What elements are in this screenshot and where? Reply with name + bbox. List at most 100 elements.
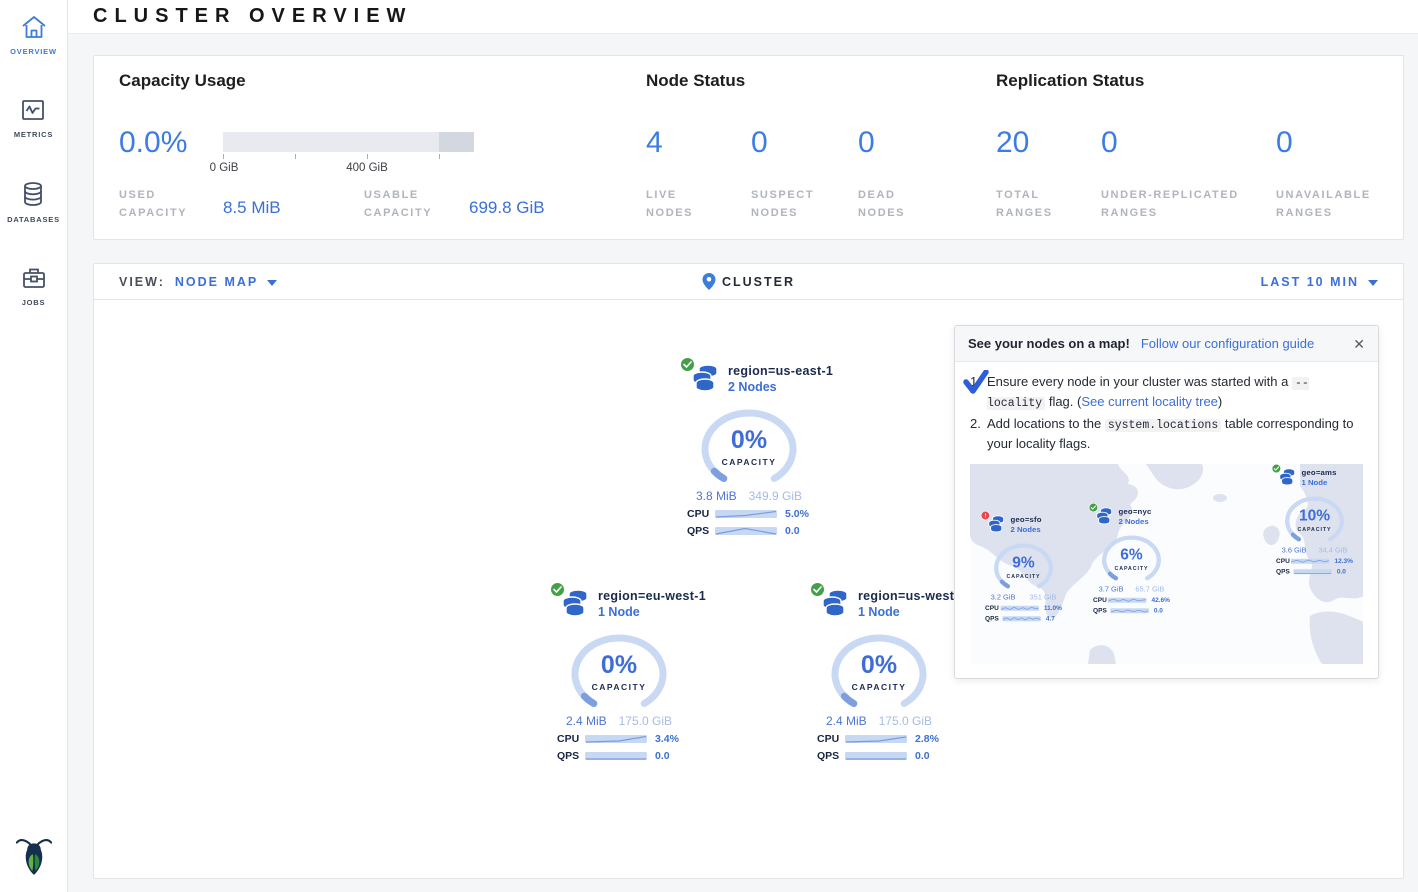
dead-nodes-label: DEADNODES [858,186,905,222]
qps-label: QPS [817,750,845,762]
suspect-nodes-count: 0 [751,126,768,160]
qps-sparkline [585,752,647,760]
usable-capacity-label: USABLECAPACITY [364,186,432,222]
sidebar-item-overview[interactable]: OVERVIEW [10,14,57,56]
capacity-tick-400: 400 GiB [346,162,388,174]
capacity-gauge: 6% CAPACITY [1101,535,1163,586]
region-label: geo=sfo [1010,515,1041,524]
region-label: geo=nyc [1118,507,1151,516]
total-ranges-count: 20 [996,126,1029,160]
capacity-gauge: 9% CAPACITY [993,543,1055,594]
cpu-label: CPU [687,508,715,520]
nodes-link: 1 Node [1301,478,1327,487]
node-map: region=us-east-1 2 Nodes 0% CAPACITY 3.8… [93,299,1404,879]
usable-capacity-value: 699.8 GiB [469,198,545,218]
cpu-sparkline [585,735,647,743]
unavailable-count: 0 [1276,126,1293,160]
cpu-sparkline [845,735,907,743]
sidebar-item-metrics[interactable]: METRICS [14,97,53,139]
map-pin-icon [702,273,715,290]
check-icon [963,370,989,394]
step-number: 2. [970,415,987,454]
region-label: region=eu-west-1 [598,589,706,603]
qps-label: QPS [687,525,715,537]
status-ok-icon [1089,503,1098,512]
region-label: region=us-west-1 [858,589,966,603]
system-locations-code: system.locations [1105,419,1221,432]
qps-sparkline [845,752,907,760]
region-marker-us-east-1[interactable]: region=us-east-1 2 Nodes 0% CAPACITY 3.8… [674,362,824,537]
view-bar: VIEW: NODE MAP CLUSTER LAST 10 MIN [93,263,1404,300]
main-content: Capacity Usage 0.0% 0 GiB 400 GiB USEDCA… [68,34,1418,892]
cpu-label: CPU [557,733,585,745]
nodes-link: 2 Nodes [1118,517,1148,526]
step-text: Add locations to the system.locations ta… [987,415,1363,454]
sidebar-item-label: JOBS [22,298,46,307]
live-nodes-count: 4 [646,126,663,160]
locality-tree-link[interactable]: See current locality tree [1081,394,1218,409]
sidebar-item-label: METRICS [14,130,53,139]
view-selector[interactable]: NODE MAP [175,275,277,289]
databases-icon [19,180,47,208]
used-capacity-label: USEDCAPACITY [119,186,187,222]
status-ok-icon [550,582,565,597]
cpu-sparkline [715,510,777,518]
total-ranges-label: TOTALRANGES [996,186,1053,222]
region-marker-us-west-1[interactable]: region=us-west-1 1 Node 0% CAPACITY 2.4 … [804,587,954,762]
unavailable-label: UNAVAILABLERANGES [1276,186,1371,222]
cpu-value: 3.4% [655,733,679,745]
status-ok-icon [680,357,695,372]
capacity-label: CAPACITY [829,682,929,692]
nodes-link[interactable]: 1 Node [598,605,640,619]
page-title: CLUSTER OVERVIEW [93,0,1418,33]
metrics-icon [19,97,47,123]
cpu-value: 2.8% [915,733,939,745]
suspect-nodes-label: SUSPECTNODES [751,186,814,222]
cluster-summary-card: Capacity Usage 0.0% 0 GiB 400 GiB USEDCA… [93,55,1404,240]
sidebar-item-label: OVERVIEW [10,47,57,56]
mini-marker-geo-ams: geo=ams 1 Node 10% [1268,467,1361,576]
qps-value: 0.0 [655,750,670,762]
time-range-selector[interactable]: LAST 10 MIN [1261,275,1378,289]
cpu-value: 5.0% [785,508,809,520]
capacity-usage-title: Capacity Usage [119,71,246,91]
capacity-percent: 0% [699,426,799,455]
status-error-icon: ! [981,511,990,520]
capacity-bar-reserved [439,132,474,152]
capacity-bar [223,132,474,152]
cpu-label: CPU [817,733,845,745]
qps-sparkline [715,527,777,535]
capacity-tick-0: 0 GiB [210,162,239,174]
sidebar-item-jobs[interactable]: JOBS [20,265,48,307]
region-marker-eu-west-1[interactable]: region=eu-west-1 1 Node 0% CAPACITY 2.4 … [544,587,694,762]
mini-marker-geo-sfo: ! [977,514,1070,623]
qps-value: 0.0 [785,525,800,537]
chevron-down-icon [1368,280,1378,286]
region-label: geo=ams [1301,468,1336,477]
close-icon[interactable]: ✕ [1353,337,1365,351]
region-label: region=us-east-1 [728,364,833,378]
configuration-guide-link[interactable]: Follow our configuration guide [1141,336,1314,351]
capacity-percent: 0.0% [119,126,187,160]
capacity-gauge: 0% CAPACITY [829,634,929,717]
qps-value: 0.0 [915,750,930,762]
step-text: Ensure every node in your cluster was st… [987,373,1363,412]
capacity-gauge: 10% CAPACITY [1284,496,1346,547]
capacity-label: CAPACITY [569,682,669,692]
breadcrumb-cluster[interactable]: CLUSTER [722,275,795,289]
status-ok-icon [1272,464,1281,473]
used-capacity-value: 8.5 MiB [223,198,281,218]
view-label: VIEW: [119,275,165,289]
capacity-axis [223,154,474,160]
sidebar-item-label: DATABASES [7,215,60,224]
nodes-link[interactable]: 1 Node [858,605,900,619]
mini-marker-geo-nyc: geo=nyc 2 Nodes 6% [1085,506,1178,615]
popup-title: See your nodes on a map! [968,336,1130,351]
sidebar-item-databases[interactable]: DATABASES [7,180,60,224]
node-status-title: Node Status [646,71,745,91]
nodes-link[interactable]: 2 Nodes [728,380,777,394]
capacity-percent: 0% [569,651,669,680]
cockroach-logo[interactable] [16,835,52,882]
sidebar: OVERVIEW METRICS DATABASES JOBS [0,0,68,892]
replication-status-title: Replication Status [996,71,1144,91]
